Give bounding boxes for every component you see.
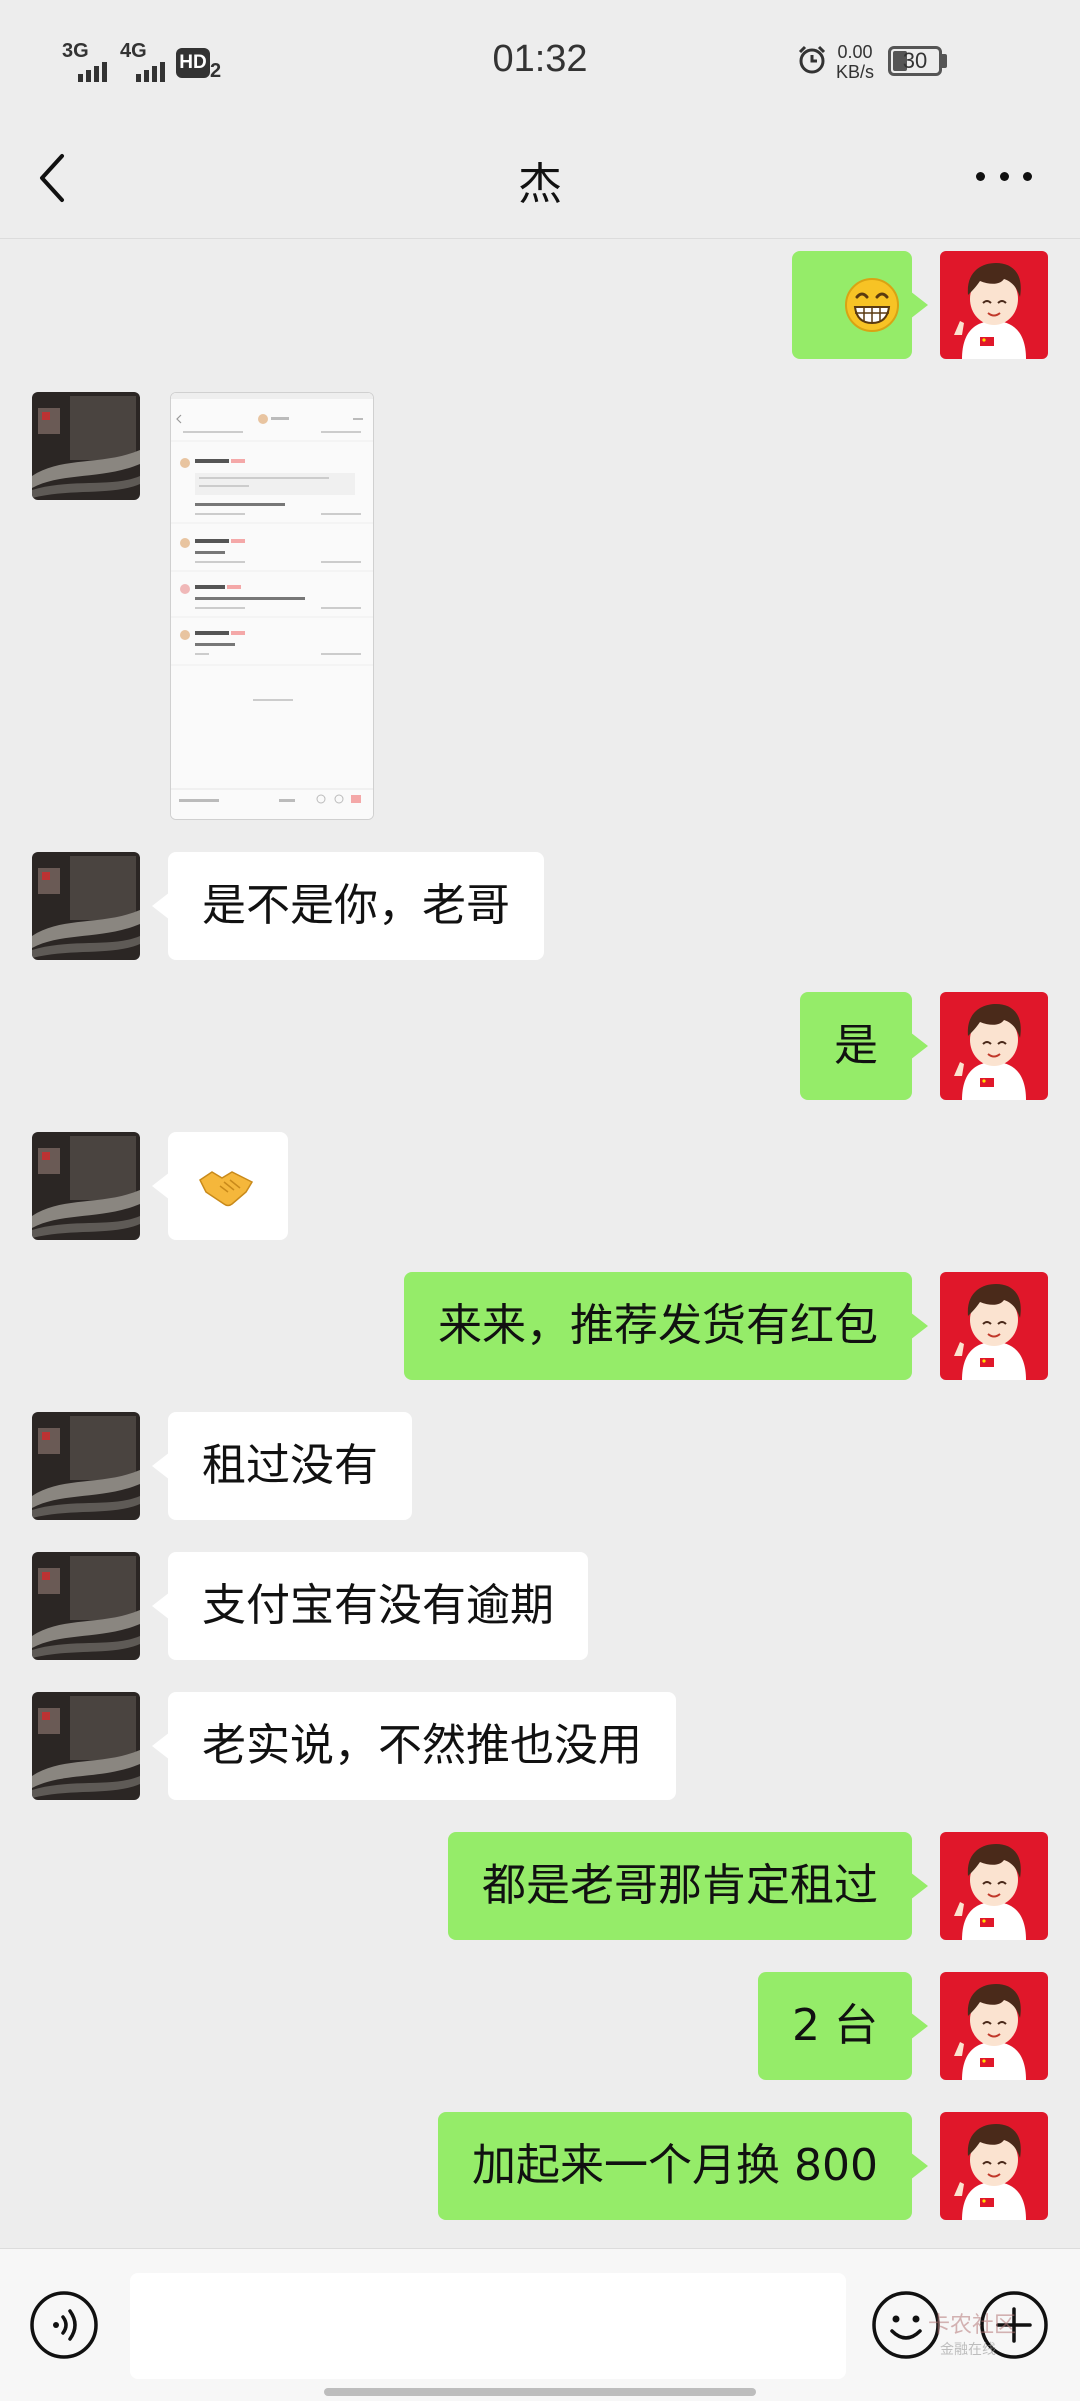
watermark: 卡农社区 金融在线 xyxy=(928,2307,1016,2359)
message-bubble[interactable]: 租过没有 xyxy=(152,1412,412,1520)
speed-unit: KB/s xyxy=(836,62,875,82)
battery-icon: 30 xyxy=(888,46,942,76)
alarm-icon xyxy=(798,45,826,74)
contact-avatar[interactable] xyxy=(32,1692,140,1800)
watermark-text: 卡农社区 xyxy=(928,2313,1017,2338)
message-bubble[interactable]: 是不是你，老哥 xyxy=(152,852,544,960)
voice-icon[interactable] xyxy=(28,2289,100,2361)
battery-tip xyxy=(942,54,947,68)
my-avatar[interactable] xyxy=(940,2112,1048,2220)
message-bubble[interactable] xyxy=(152,1132,288,1240)
contact-avatar[interactable] xyxy=(32,852,140,960)
message-bubble[interactable]: 老实说，不然推也没用 xyxy=(152,1692,676,1800)
my-avatar[interactable] xyxy=(940,1972,1048,2080)
contact-avatar[interactable] xyxy=(32,1412,140,1520)
message-input[interactable] xyxy=(130,2273,846,2379)
handshake-emoji xyxy=(199,1171,254,1207)
chat-header: 杰 xyxy=(0,120,1080,239)
image-message[interactable] xyxy=(170,392,374,820)
watermark-subtext: 金融在线 xyxy=(940,2342,996,2358)
message-bubble[interactable]: 2 台 xyxy=(758,1972,928,2080)
contact-avatar[interactable] xyxy=(32,1132,140,1240)
my-avatar[interactable] xyxy=(940,992,1048,1100)
my-avatar[interactable] xyxy=(940,1272,1048,1380)
contact-avatar[interactable] xyxy=(32,392,140,500)
network-speed: 0.00 KB/s xyxy=(836,42,874,82)
status-bar: 3G 4G HD 2 01:32 0.00 KB/s 30 xyxy=(0,0,1080,120)
message-bubble[interactable]: 加起来一个月换 800 xyxy=(438,2112,928,2220)
contact-avatar[interactable] xyxy=(32,1552,140,1660)
grinning-face-emoji xyxy=(845,278,899,332)
my-avatar[interactable] xyxy=(940,251,1048,359)
home-indicator[interactable] xyxy=(324,2388,756,2396)
message-bubble[interactable]: 是 xyxy=(800,992,928,1100)
message-bubble[interactable]: 支付宝有没有逾期 xyxy=(152,1552,588,1660)
message-bubble[interactable] xyxy=(792,251,928,359)
message-bubble[interactable]: 来来，推荐发货有红包 xyxy=(404,1272,928,1380)
speed-value: 0.00 xyxy=(837,42,873,62)
my-avatar[interactable] xyxy=(940,1832,1048,1940)
message-bubble[interactable]: 都是老哥那肯定租过 xyxy=(448,1832,928,1940)
battery-level: 30 xyxy=(902,48,928,73)
chat-screenshot-thumbnail xyxy=(171,393,373,819)
more-options-icon[interactable] xyxy=(976,164,1032,188)
chat-title: 杰 xyxy=(518,159,562,210)
input-bar: 卡农社区 金融在线 xyxy=(0,2248,1080,2401)
